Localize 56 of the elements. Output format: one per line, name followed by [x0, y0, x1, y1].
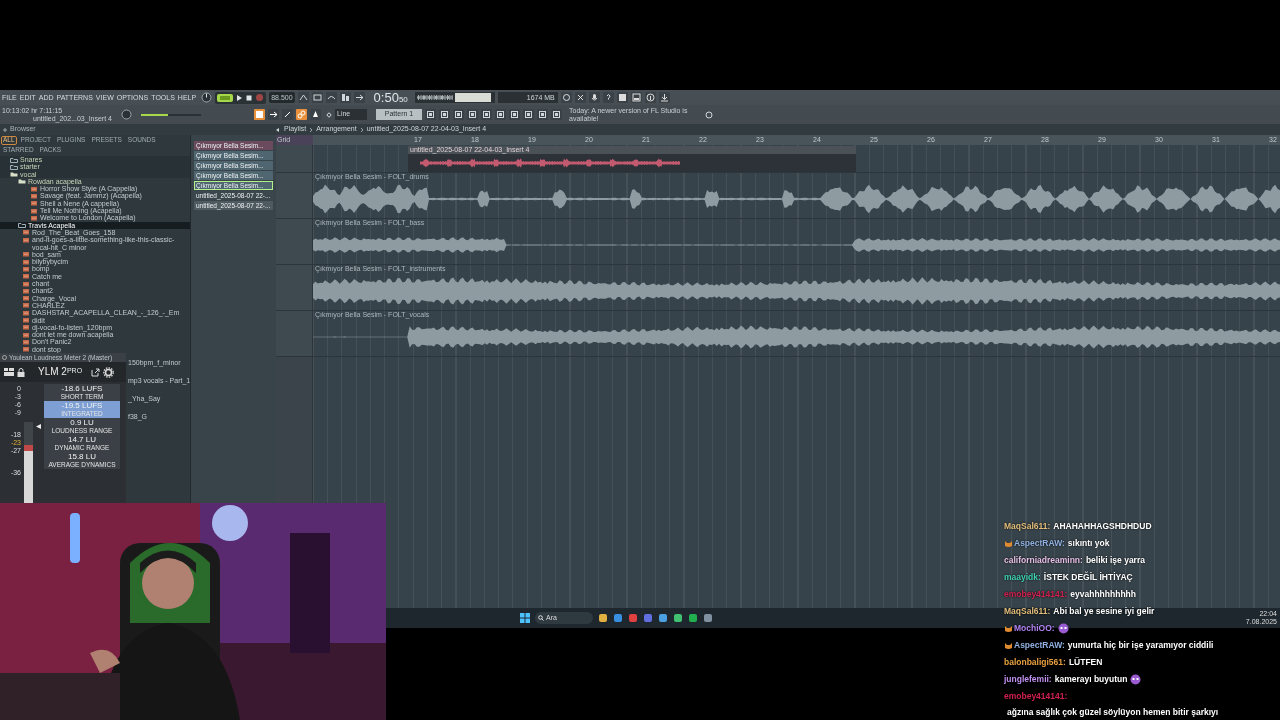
download-icon[interactable]: [658, 92, 670, 103]
pattern-song-toggle[interactable]: [217, 93, 234, 102]
time-display-fraction: 50: [398, 96, 408, 104]
info-icon[interactable]: [644, 92, 656, 103]
layout-icon[interactable]: [4, 368, 14, 376]
start-icon[interactable]: [520, 613, 530, 623]
folder-icon: [18, 222, 26, 229]
chat-username[interactable]: MaqSal611:: [1004, 518, 1051, 534]
chat-message: yumurta hiç bir işe yaramıyor ciddili: [1067, 639, 1214, 652]
arrow-icon[interactable]: [268, 109, 279, 120]
chat-message: beliki işe yarra: [1085, 554, 1145, 567]
help-icon[interactable]: [602, 92, 614, 103]
bars-icon[interactable]: [339, 92, 351, 103]
play-icon[interactable]: [235, 93, 244, 102]
chevron-icon: [359, 126, 364, 133]
chat-username[interactable]: AspectRAW:: [1014, 535, 1065, 551]
external-link-icon[interactable]: [91, 367, 101, 377]
time-display: 0:50: [373, 91, 399, 104]
settings-icon[interactable]: [705, 110, 713, 119]
stop-icon[interactable]: [245, 93, 254, 102]
chat-message: LÜTFEN: [1068, 656, 1103, 669]
pitch-knob[interactable]: [121, 109, 132, 120]
chat-username[interactable]: californiadreaminn:: [1004, 552, 1083, 568]
chat-message: Abi bal ye sesine iyi gelir: [1053, 605, 1155, 618]
microphone-icon[interactable]: [588, 92, 600, 103]
chat-message: İSTEK DEĞİL İHTİYAÇ: [1043, 570, 1133, 584]
pointer-icon: [36, 424, 41, 429]
chat-message: eyvahhhhhhhhh: [1070, 588, 1136, 601]
chevron-icon: [309, 126, 314, 133]
chat-message: kamerayı buyutun: [1054, 673, 1128, 686]
lock-icon[interactable]: [17, 367, 25, 377]
reading-value: -19.5 LUFS: [61, 401, 103, 410]
reading-value: 0.9 LU: [70, 418, 94, 427]
chat-message: ağzına sağlık çok güzel söylüyon hemen bitir şarkıyı: [1007, 706, 1219, 719]
volume-knob[interactable]: [201, 92, 213, 103]
chat-message: sıkıntı yok: [1067, 537, 1110, 550]
reading-value: 14.7 LU: [68, 435, 96, 444]
chat-username[interactable]: maayidk:: [1004, 569, 1041, 585]
reading-value: -18.6 LUFS: [61, 384, 103, 393]
chat-username[interactable]: MochiOO:: [1014, 620, 1055, 636]
chat-username[interactable]: AspectRAW:: [1014, 637, 1065, 653]
search-icon: [538, 615, 544, 621]
chat-username[interactable]: junglefemii:: [1004, 671, 1052, 687]
plugin-name: YLM 2: [38, 367, 67, 377]
chat-username[interactable]: MaqSal611:: [1004, 603, 1051, 619]
reading-value: 15.8 LU: [68, 452, 96, 461]
pencil-icon[interactable]: [282, 109, 293, 120]
close-icon[interactable]: [574, 92, 586, 103]
chat-message: AHAHAHHAGSHDHDUD: [1053, 520, 1152, 533]
chat-username[interactable]: balonbaligi561:: [1004, 654, 1066, 670]
arrow-icon[interactable]: [353, 92, 365, 103]
wave-icon[interactable]: [325, 92, 337, 103]
arrow-icon[interactable]: [275, 126, 281, 133]
chat-username[interactable]: emobey414141:: [1004, 688, 1068, 704]
square-icon[interactable]: [616, 92, 628, 103]
save-icon[interactable]: [630, 92, 642, 103]
